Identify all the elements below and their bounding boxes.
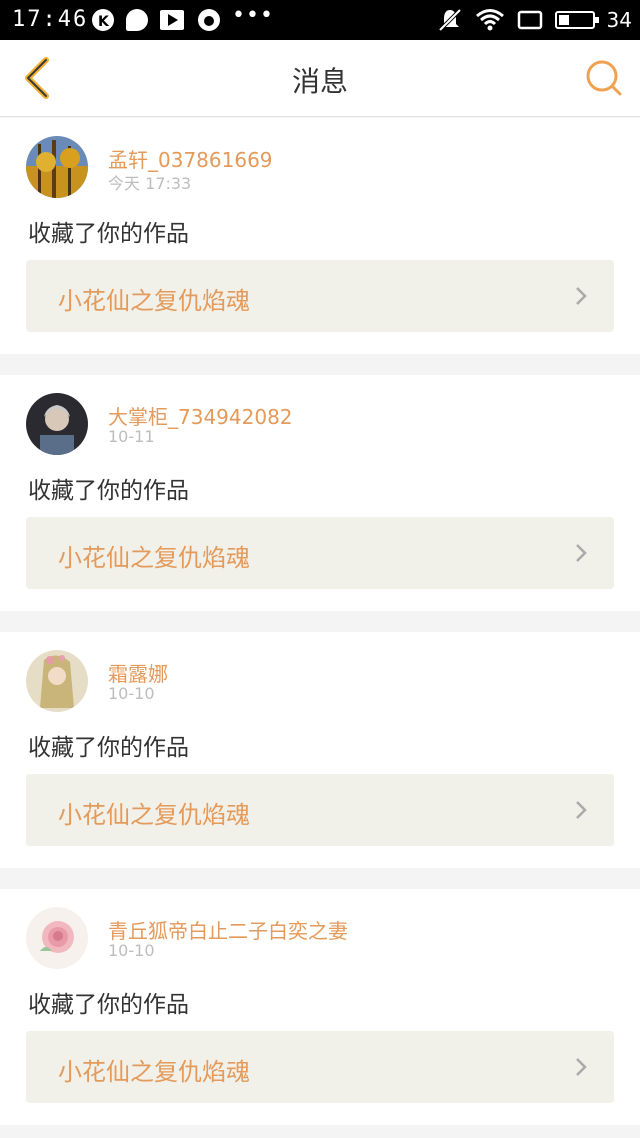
username[interactable]: 霜露娜: [108, 658, 168, 687]
wifi-icon: [475, 9, 504, 31]
mute-bell-icon: [438, 8, 461, 32]
status-bar: 17:46 K ••• 34: [0, 0, 640, 40]
work-link[interactable]: 小花仙之复仇焰魂: [26, 774, 614, 846]
chevron-right-icon: [576, 544, 587, 562]
nav-bar: 消息: [0, 40, 640, 117]
username[interactable]: 青丘狐帝白止二子白奕之妻: [108, 915, 348, 944]
message-time: 今天 17:33: [108, 174, 192, 193]
message-card: 大掌柜_734942082 10-11 收藏了你的作品 小花仙之复仇焰魂: [0, 375, 640, 611]
anime-girl-avatar[interactable]: [26, 650, 88, 712]
work-link[interactable]: 小花仙之复仇焰魂: [26, 1031, 614, 1103]
pink-rose-avatar[interactable]: [26, 907, 88, 969]
action-text: 收藏了你的作品: [28, 221, 189, 247]
k-badge-icon: K: [92, 9, 114, 31]
username[interactable]: 大掌柜_734942082: [108, 401, 293, 430]
page-title: 消息: [291, 65, 348, 98]
battery-level: 34: [606, 8, 632, 32]
chevron-right-icon: [576, 287, 587, 305]
work-title: 小花仙之复仇焰魂: [58, 544, 250, 572]
work-title: 小花仙之复仇焰魂: [58, 801, 250, 829]
screen-rotate-icon: [517, 10, 542, 30]
action-text: 收藏了你的作品: [28, 992, 189, 1018]
work-title: 小花仙之复仇焰魂: [58, 287, 250, 315]
message-card: 孟轩_037861669 今天 17:33 收藏了你的作品 小花仙之复仇焰魂: [0, 118, 640, 354]
more-dots-icon: •••: [232, 3, 274, 28]
username[interactable]: 孟轩_037861669: [108, 144, 273, 173]
action-text: 收藏了你的作品: [28, 478, 189, 504]
message-time: 10-10: [108, 684, 155, 703]
message-time: 10-11: [108, 427, 155, 446]
battery-icon: [554, 11, 599, 29]
message-card: 霜露娜 10-10 收藏了你的作品 小花仙之复仇焰魂: [0, 632, 640, 868]
action-text: 收藏了你的作品: [28, 735, 189, 761]
status-time: 17:46: [12, 7, 89, 32]
svg-text:K: K: [98, 14, 110, 30]
message-time: 10-10: [108, 941, 155, 960]
work-title: 小花仙之复仇焰魂: [58, 1058, 250, 1086]
elderly-woman-avatar[interactable]: [26, 393, 88, 455]
chevron-right-icon: [576, 801, 587, 819]
work-link[interactable]: 小花仙之复仇焰魂: [26, 260, 614, 332]
video-play-icon: [160, 10, 184, 30]
chevron-right-icon: [576, 1058, 587, 1076]
work-link[interactable]: 小花仙之复仇焰魂: [26, 517, 614, 589]
chat-bubble-icon: [126, 9, 148, 31]
autumn-forest-avatar[interactable]: [26, 136, 88, 198]
app-icon: [198, 9, 220, 31]
search-icon[interactable]: [584, 58, 624, 98]
message-card: 青丘狐帝白止二子白奕之妻 10-10 收藏了你的作品 小花仙之复仇焰魂: [0, 889, 640, 1125]
